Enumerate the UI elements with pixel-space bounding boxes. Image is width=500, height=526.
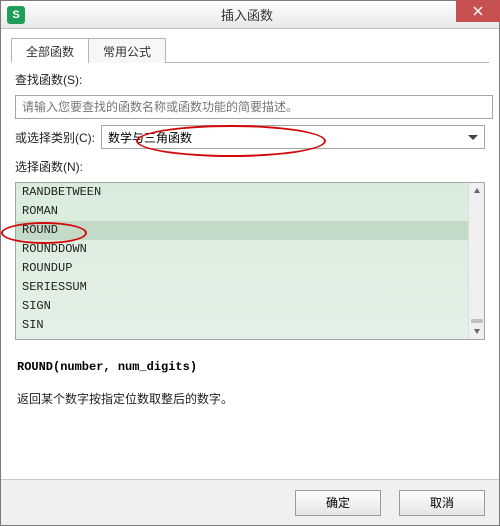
list-item[interactable]: ROUND <box>16 221 468 240</box>
scroll-up-icon[interactable] <box>469 183 484 199</box>
list-item[interactable]: SIGN <box>16 297 468 316</box>
list-item[interactable]: ROMAN <box>16 202 468 221</box>
ok-button[interactable]: 确定 <box>295 490 381 516</box>
tab-bar: 全部函数 常用公式 <box>11 37 489 63</box>
search-input[interactable] <box>15 95 493 119</box>
list-item[interactable]: RANDBETWEEN <box>16 183 468 202</box>
dialog-body: 全部函数 常用公式 查找函数(S): 或选择类别(C): 数学与三角函数 选择函… <box>1 29 499 479</box>
function-listbox[interactable]: RANDBETWEENROMANROUNDROUNDDOWNROUNDUPSER… <box>15 182 485 340</box>
list-item[interactable]: ROUNDUP <box>16 259 468 278</box>
scroll-down-icon[interactable] <box>469 323 484 339</box>
function-list-label: 选择函数(N): <box>15 158 83 175</box>
close-button[interactable] <box>456 0 500 22</box>
category-select-value: 数学与三角函数 <box>108 129 192 146</box>
category-label: 或选择类别(C): <box>15 129 95 146</box>
list-item[interactable]: SIN <box>16 316 468 335</box>
tab-common-formulas[interactable]: 常用公式 <box>88 38 166 63</box>
cancel-button[interactable]: 取消 <box>399 490 485 516</box>
list-item[interactable]: ROUNDDOWN <box>16 240 468 259</box>
tab-all-functions[interactable]: 全部函数 <box>11 38 89 63</box>
search-label: 查找函数(S): <box>15 71 82 88</box>
dialog-footer: 确定 取消 <box>1 479 499 525</box>
window-title: 插入函数 <box>25 5 469 24</box>
list-item[interactable]: SERIESSUM <box>16 278 468 297</box>
app-icon: S <box>7 6 25 24</box>
scrollbar[interactable] <box>468 183 484 339</box>
insert-function-dialog: S 插入函数 全部函数 常用公式 查找函数(S): 或选择类别(C): 数学与三… <box>0 0 500 526</box>
function-description: 返回某个数字按指定位数取整后的数字。 <box>11 384 489 407</box>
category-select[interactable]: 数学与三角函数 <box>101 125 485 149</box>
titlebar: S 插入函数 <box>1 1 499 29</box>
function-syntax: ROUND(number, num_digits) <box>11 340 489 384</box>
chevron-down-icon <box>468 135 478 140</box>
close-icon <box>473 6 483 16</box>
